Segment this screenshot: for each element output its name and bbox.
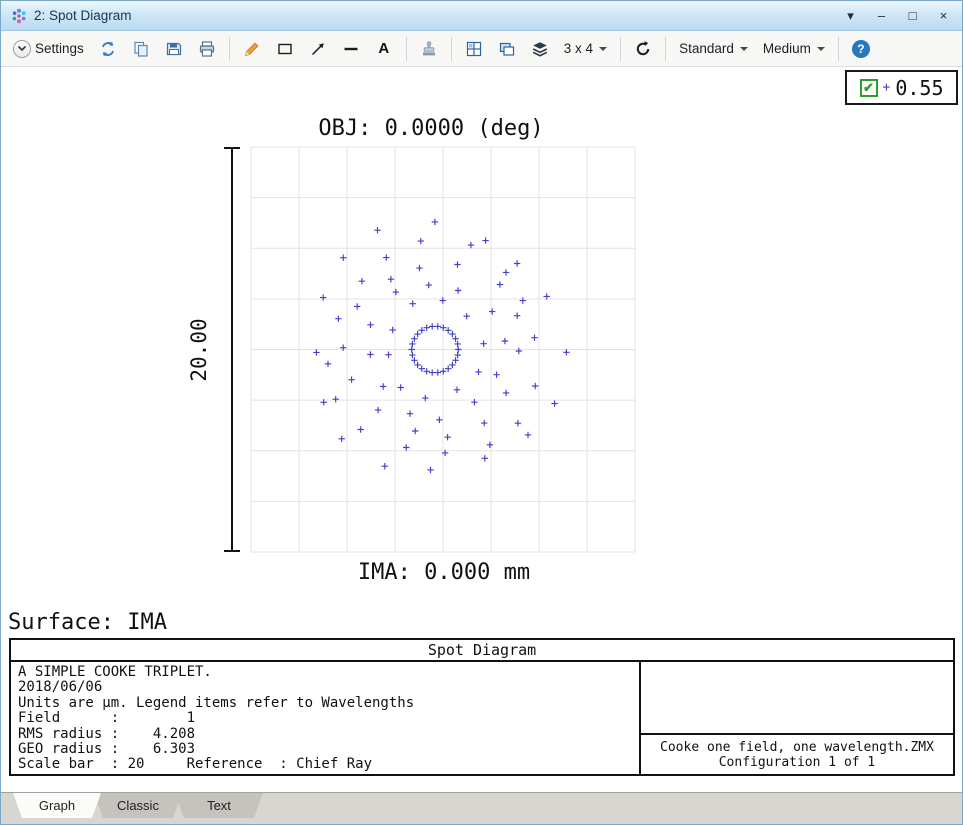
print-icon <box>198 40 216 58</box>
pencil-tool-button[interactable] <box>239 37 265 61</box>
app-icon <box>11 8 27 24</box>
arrow-icon <box>309 40 327 58</box>
tab-text-label: Text <box>207 798 231 813</box>
clone-window-icon <box>498 40 516 58</box>
grid-size-dropdown[interactable]: 3 x 4 <box>560 38 611 59</box>
minimize-button[interactable]: – <box>873 7 890 25</box>
chevron-down-icon <box>740 47 748 51</box>
app-window: 2: Spot Diagram ▾ – □ × Settings <box>0 0 963 825</box>
print-button[interactable] <box>194 37 220 61</box>
split-view-icon <box>465 40 483 58</box>
plot-grid <box>251 147 635 552</box>
tab-graph-label: Graph <box>39 798 75 813</box>
text-icon: A <box>375 40 393 57</box>
bottom-tab-bar: Graph Classic Text <box>1 792 962 824</box>
plot-title: OBJ: 0.0000 (deg) <box>318 116 543 141</box>
spot-diagram-plot: OBJ: 0.0000 (deg) 20.00 IMA: 0.000 mm <box>1 67 962 612</box>
wavelength-legend: ✔ + 0.55 <box>845 70 958 105</box>
scale-bar-label: 20.00 <box>187 318 211 381</box>
window-controls: ▾ – □ × <box>842 7 952 25</box>
toolbar-separator <box>620 37 621 61</box>
configuration-label: Configuration 1 of 1 <box>719 755 876 770</box>
window-menu-button[interactable]: ▾ <box>842 7 859 25</box>
settings-button[interactable]: Settings <box>9 37 88 61</box>
spot-markers <box>313 219 569 473</box>
line-icon <box>342 40 360 58</box>
tab-text[interactable]: Text <box>175 793 263 818</box>
help-button[interactable]: ? <box>848 37 874 61</box>
refresh-icon <box>99 40 117 58</box>
wavelength-value: 0.55 <box>895 76 943 100</box>
toolbar-separator <box>406 37 407 61</box>
save-button[interactable] <box>161 37 187 61</box>
window-title: 2: Spot Diagram <box>34 8 132 23</box>
chevron-down-icon <box>599 47 607 51</box>
stamp-button[interactable] <box>416 37 442 61</box>
stamp-icon <box>420 40 438 58</box>
size-label: Medium <box>763 41 811 56</box>
copy-icon <box>132 40 150 58</box>
split-view-button[interactable] <box>461 37 487 61</box>
line-tool-button[interactable] <box>338 37 364 61</box>
layers-button[interactable] <box>527 37 553 61</box>
maximize-button[interactable]: □ <box>904 7 921 25</box>
settings-label: Settings <box>35 41 84 56</box>
rotate-icon <box>634 40 652 58</box>
info-table-body: A SIMPLE COOKE TRIPLET. 2018/06/06 Units… <box>11 662 953 774</box>
info-left-text: A SIMPLE COOKE TRIPLET. 2018/06/06 Units… <box>11 662 639 774</box>
close-button[interactable]: × <box>935 7 952 25</box>
standard-dropdown[interactable]: Standard <box>675 38 752 59</box>
help-icon: ? <box>852 40 870 58</box>
scale-bar <box>224 147 240 552</box>
layers-icon <box>531 40 549 58</box>
tab-classic-label: Classic <box>117 798 159 813</box>
info-file-block: Cooke one field, one wavelength.ZMX Conf… <box>641 733 953 774</box>
chevron-down-icon <box>817 47 825 51</box>
tab-classic[interactable]: Classic <box>94 793 182 818</box>
info-right-empty <box>641 662 953 733</box>
toolbar-separator <box>451 37 452 61</box>
ima-label: IMA: 0.000 mm <box>358 560 530 585</box>
tab-graph[interactable]: Graph <box>13 793 101 818</box>
lens-file-name: Cooke one field, one wavelength.ZMX <box>660 740 934 755</box>
wavelength-checkbox[interactable]: ✔ <box>860 79 878 97</box>
rotate-button[interactable] <box>630 37 656 61</box>
toolbar-separator <box>838 37 839 61</box>
info-right-cell: Cooke one field, one wavelength.ZMX Conf… <box>639 662 953 774</box>
plot-content-area: OBJ: 0.0000 (deg) 20.00 IMA: 0.000 mm ✔ … <box>1 67 962 792</box>
refresh-button[interactable] <box>95 37 121 61</box>
clone-window-button[interactable] <box>494 37 520 61</box>
toolbar: Settings <box>1 31 962 67</box>
info-table: Spot Diagram A SIMPLE COOKE TRIPLET. 201… <box>9 638 955 776</box>
toolbar-separator <box>229 37 230 61</box>
toolbar-separator <box>665 37 666 61</box>
chevron-down-icon <box>13 40 31 58</box>
arrow-tool-button[interactable] <box>305 37 331 61</box>
size-dropdown[interactable]: Medium <box>759 38 829 59</box>
copy-button[interactable] <box>128 37 154 61</box>
plus-marker-icon: + <box>883 80 891 95</box>
surface-label: Surface: IMA <box>8 610 167 635</box>
standard-label: Standard <box>679 41 734 56</box>
save-icon <box>165 40 183 58</box>
title-bar: 2: Spot Diagram ▾ – □ × <box>1 1 962 31</box>
pencil-icon <box>243 40 261 58</box>
rectangle-tool-button[interactable] <box>272 37 298 61</box>
rectangle-icon <box>276 40 294 58</box>
grid-size-label: 3 x 4 <box>564 41 593 56</box>
text-tool-button[interactable]: A <box>371 37 397 60</box>
info-table-header: Spot Diagram <box>11 640 953 662</box>
